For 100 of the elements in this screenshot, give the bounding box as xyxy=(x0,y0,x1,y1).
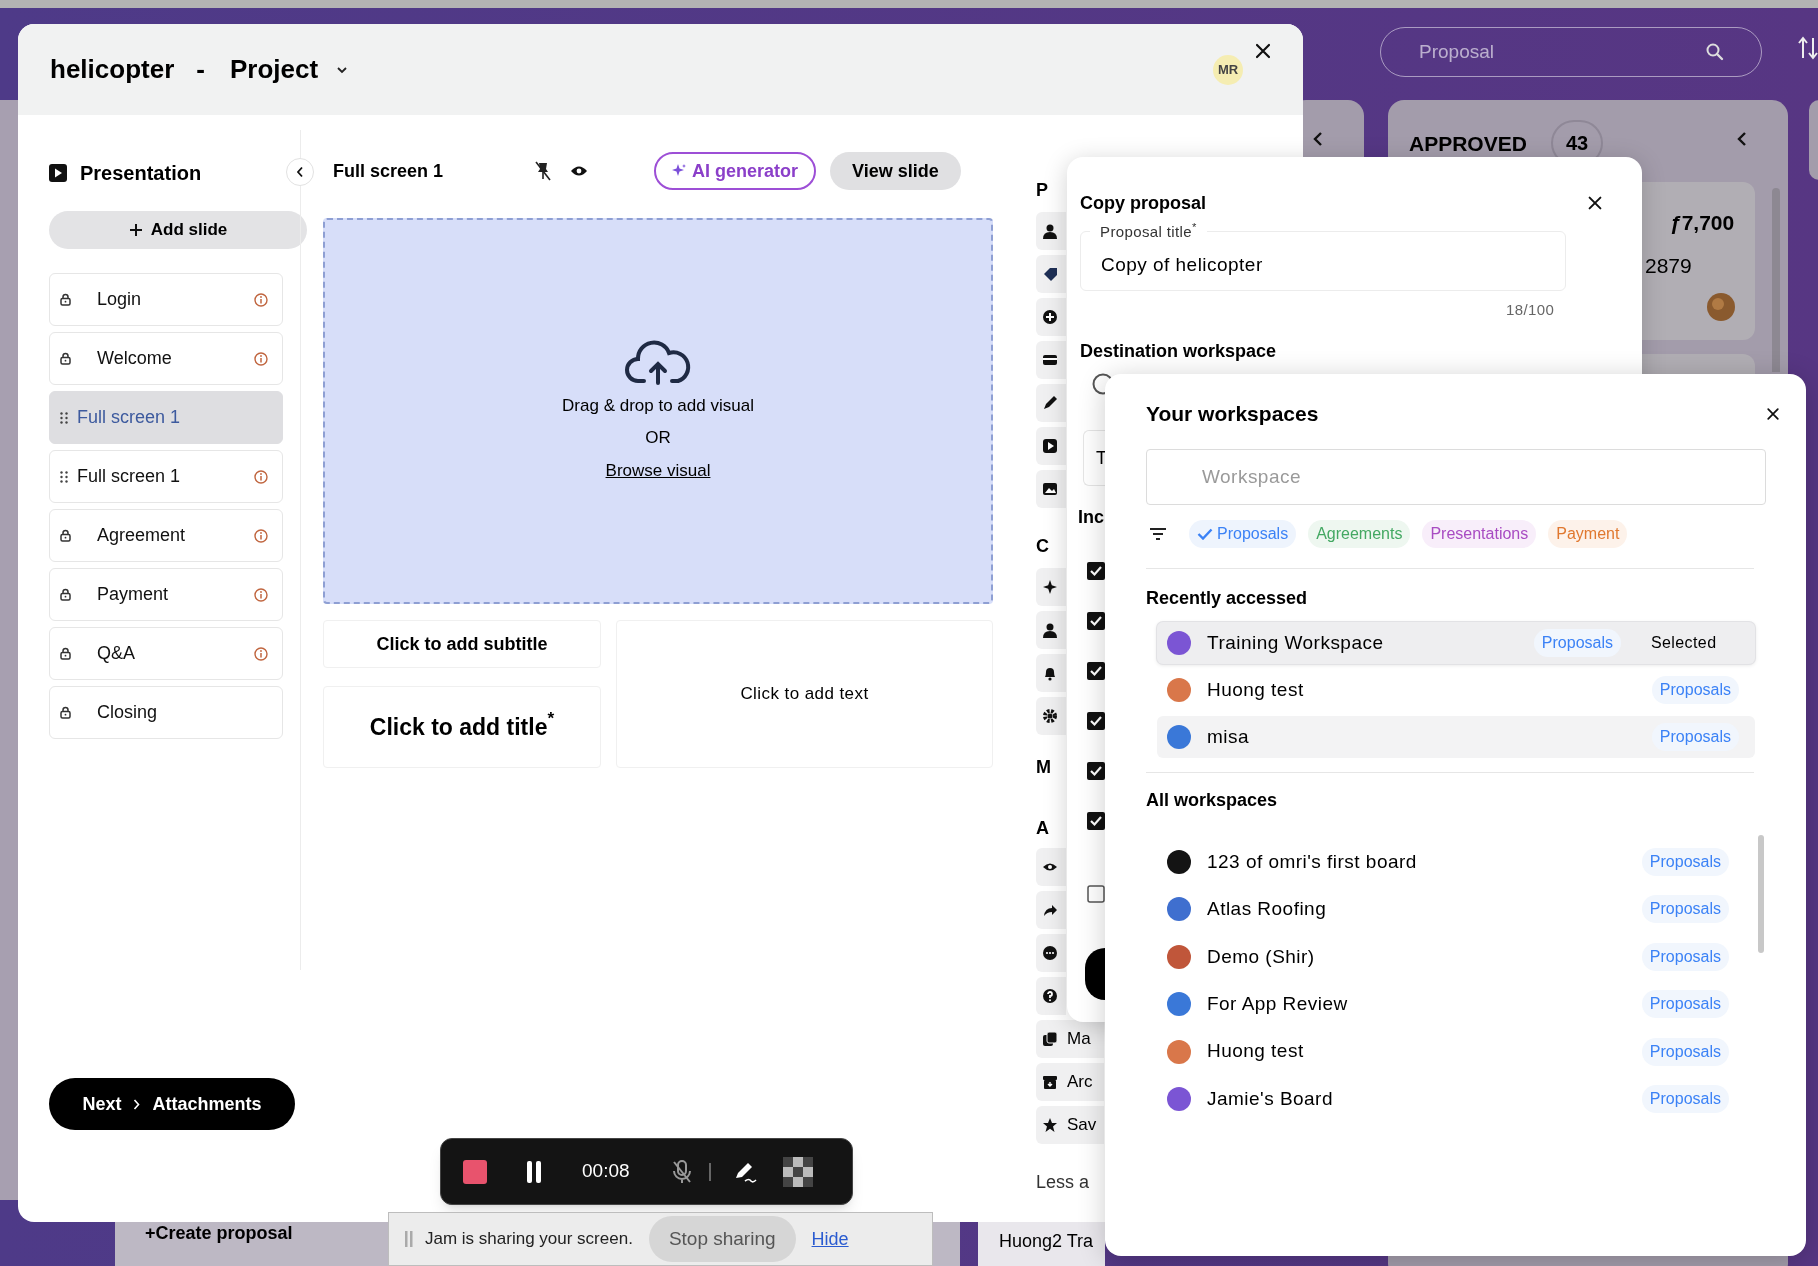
close-icon[interactable] xyxy=(1253,41,1273,61)
sparkle-icon xyxy=(1042,579,1058,595)
checkbox[interactable] xyxy=(1087,562,1105,580)
workspace-row[interactable]: 123 of omri's first board Proposals xyxy=(1157,841,1745,883)
card-icon xyxy=(1042,352,1058,368)
less-link[interactable]: Less a xyxy=(1036,1169,1090,1196)
close-icon[interactable] xyxy=(1586,194,1604,212)
slide-item[interactable]: Closing xyxy=(49,686,283,739)
panel-tab[interactable] xyxy=(1036,470,1066,508)
slide-title: Full screen 1 xyxy=(333,159,445,183)
grip-icon[interactable] xyxy=(405,1231,413,1247)
drag-handle-icon[interactable] xyxy=(60,411,68,424)
slide-item[interactable]: Full screen 1 xyxy=(49,450,283,503)
drag-handle-icon[interactable] xyxy=(60,470,68,483)
slide-item[interactable]: Agreement xyxy=(49,509,283,562)
sort-icon[interactable] xyxy=(1798,35,1818,61)
checkbox[interactable] xyxy=(1087,662,1105,680)
slide-label: Closing xyxy=(97,701,159,724)
workspace-tag: Proposals xyxy=(1533,629,1621,657)
stop-icon[interactable] xyxy=(463,1159,487,1184)
create-proposal-button[interactable]: +Create proposal xyxy=(145,1220,293,1247)
title-field[interactable]: Click to add title$^{*}$ xyxy=(323,686,601,768)
text-field[interactable]: Click to add text xyxy=(616,620,993,768)
picker-title: Your workspaces xyxy=(1146,401,1320,428)
help-icon xyxy=(1042,988,1058,1004)
mic-off-icon[interactable] xyxy=(671,1159,692,1184)
panel-tab[interactable] xyxy=(1036,212,1066,250)
workspace-row[interactable]: Huong test Proposals xyxy=(1157,1030,1745,1073)
workspace-row[interactable]: Atlas Roofing Proposals xyxy=(1157,888,1745,931)
panel-tab[interactable] xyxy=(1036,848,1066,886)
user-avatar[interactable]: MR xyxy=(1213,54,1243,85)
panel-tab[interactable] xyxy=(1036,384,1066,422)
checkbox[interactable] xyxy=(1087,812,1105,830)
collapse-button[interactable] xyxy=(286,158,314,186)
pin-off-icon[interactable] xyxy=(535,161,551,181)
subtitle-field[interactable]: Click to add subtitle xyxy=(323,620,601,668)
slide-item[interactable]: Login xyxy=(49,273,283,326)
filter-chip[interactable]: Presentations xyxy=(1422,520,1537,548)
panel-tab[interactable] xyxy=(1036,568,1066,606)
slide-item[interactable]: Payment xyxy=(49,568,283,621)
workspace-row[interactable]: Demo (Shir) Proposals xyxy=(1157,935,1745,978)
panel-tab[interactable] xyxy=(1036,697,1066,735)
filter-icon[interactable] xyxy=(1149,527,1167,541)
stop-sharing-button[interactable]: Stop sharing xyxy=(648,1216,796,1262)
scrollbar[interactable] xyxy=(1758,835,1764,953)
checkbox[interactable] xyxy=(1087,712,1105,730)
selected-label: Selected xyxy=(1651,633,1718,653)
panel-row[interactable]: Ma xyxy=(1036,1020,1104,1058)
panel-row[interactable]: Sav xyxy=(1036,1106,1104,1144)
panel-tab[interactable] xyxy=(1036,977,1066,1015)
search-icon xyxy=(1705,42,1725,62)
panel-tab[interactable] xyxy=(1036,298,1066,336)
next-button[interactable]: Next Attachments xyxy=(49,1078,295,1130)
lock-icon xyxy=(60,588,71,601)
panel-row[interactable]: Arc xyxy=(1036,1063,1104,1101)
checkbox[interactable] xyxy=(1087,885,1105,903)
gear-icon xyxy=(1042,708,1058,724)
panel-tab[interactable] xyxy=(1036,891,1066,929)
lock-icon xyxy=(60,529,71,542)
lock-icon xyxy=(60,706,71,719)
section-heading: A xyxy=(1036,817,1049,840)
chevron-down-icon[interactable] xyxy=(336,65,349,74)
checkbox[interactable] xyxy=(1087,612,1105,630)
panel-tab[interactable] xyxy=(1036,611,1066,649)
view-slide-button[interactable]: View slide xyxy=(830,152,961,190)
slide-item[interactable]: Full screen 1 xyxy=(49,391,283,444)
presentation-icon xyxy=(49,164,67,182)
panel-tab[interactable] xyxy=(1036,255,1066,293)
section-heading: C xyxy=(1036,535,1049,558)
checkbox[interactable] xyxy=(1087,762,1105,780)
add-slide-button[interactable]: Add slide xyxy=(49,211,307,249)
eye-icon[interactable] xyxy=(570,165,588,177)
panel-heading: Presentation xyxy=(80,161,202,186)
section-heading: Recently accessed xyxy=(1146,587,1309,610)
panel-tab[interactable] xyxy=(1036,427,1066,465)
workspace-name: Demo (Shir) xyxy=(1207,944,1316,969)
slide-item[interactable]: Q&A xyxy=(49,627,283,680)
ai-generator-button[interactable]: AI generator xyxy=(654,152,817,190)
browse-visual-link[interactable]: Browse visual xyxy=(605,457,711,484)
drop-zone[interactable]: Drag & drop to add visual OR Browse visual xyxy=(323,218,993,604)
panel-tab[interactable] xyxy=(1036,934,1066,972)
workspace-row[interactable]: Jamie's Board Proposals xyxy=(1157,1077,1745,1120)
workspace-row[interactable]: Training Workspace Proposals Selected xyxy=(1157,622,1755,664)
search-field[interactable]: Proposal xyxy=(1380,27,1762,77)
workspace-name: misa xyxy=(1207,724,1250,749)
recording-timer: 00:08 xyxy=(582,1159,630,1184)
panel-tab[interactable] xyxy=(1036,654,1066,692)
slide-item[interactable]: Welcome xyxy=(49,332,283,385)
character-counter: 18/100 xyxy=(1506,300,1555,320)
pause-icon[interactable] xyxy=(526,1160,542,1183)
workspace-row[interactable]: misa Proposals xyxy=(1157,716,1755,758)
checker-icon[interactable] xyxy=(782,1156,813,1187)
workspace-row[interactable]: For App Review Proposals xyxy=(1157,983,1745,1026)
scrollbar[interactable] xyxy=(1772,188,1780,372)
workspace-row[interactable]: Huong test Proposals xyxy=(1157,669,1755,711)
hide-link[interactable]: Hide xyxy=(811,1225,849,1253)
slide-label: Q&A xyxy=(97,642,136,665)
card-amount: ƒ7,700 xyxy=(1670,210,1735,236)
panel-tab[interactable] xyxy=(1036,341,1066,379)
close-icon[interactable] xyxy=(1765,406,1781,422)
